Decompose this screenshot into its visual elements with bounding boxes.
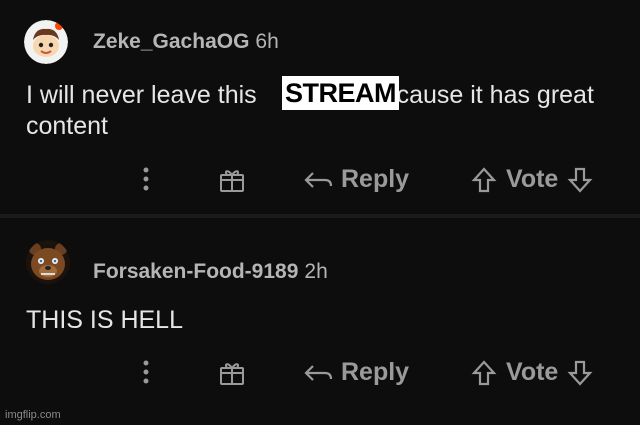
vote-control: Vote: [470, 165, 594, 194]
downvote-arrow-icon[interactable]: [566, 359, 594, 387]
comment-2: Forsaken-Food-9189 2h THIS IS HELL Reply…: [0, 218, 640, 425]
comment-header: Forsaken-Food-9189 2h: [93, 260, 328, 284]
comment-text: THIS IS HELL: [26, 306, 183, 334]
comment-text-before: I will never leave this: [26, 81, 257, 109]
timestamp: 6h: [255, 30, 279, 53]
comment-1: Zeke_GachaOG 6h I will never leave this …: [0, 0, 640, 214]
reply-arrow-icon: [304, 364, 333, 381]
vote-label: Vote: [506, 165, 559, 193]
bear-avatar-icon[interactable]: [26, 240, 70, 284]
reply-label: Reply: [341, 358, 410, 386]
comment-text-after: cause it has great: [396, 81, 594, 109]
upvote-arrow-icon[interactable]: [470, 166, 498, 194]
reddit-snoo-avatar-icon[interactable]: [24, 20, 68, 64]
comment-header: Zeke_GachaOG 6h: [93, 30, 279, 54]
username[interactable]: Forsaken-Food-9189: [93, 260, 298, 284]
overlay-stream-label: STREAM: [282, 76, 399, 110]
comment-actions: Reply Vote: [0, 162, 640, 202]
reply-label: Reply: [341, 165, 410, 193]
vote-control: Vote: [470, 358, 594, 387]
reply-button[interactable]: Reply: [303, 358, 409, 387]
more-vertical-icon[interactable]: [139, 357, 153, 387]
comment-text-line2: content: [26, 112, 109, 140]
comment-actions: Reply Vote: [0, 355, 640, 395]
reply-button[interactable]: Reply: [303, 165, 409, 194]
downvote-arrow-icon[interactable]: [566, 166, 594, 194]
username[interactable]: Zeke_GachaOG: [93, 30, 249, 54]
more-vertical-icon[interactable]: [139, 164, 153, 194]
watermark: imgflip.com: [5, 409, 61, 421]
vote-label: Vote: [506, 358, 559, 386]
gift-icon[interactable]: [218, 359, 246, 387]
timestamp: 2h: [304, 260, 328, 283]
upvote-arrow-icon[interactable]: [470, 359, 498, 387]
reply-arrow-icon: [304, 171, 333, 188]
gift-icon[interactable]: [218, 166, 246, 194]
